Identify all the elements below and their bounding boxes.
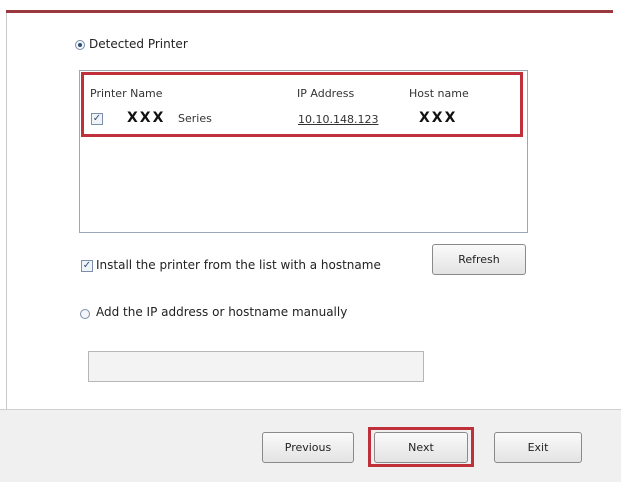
title-accent-bar <box>6 10 613 13</box>
window-frame <box>6 13 7 409</box>
printer-ip-address[interactable]: 10.10.148.123 <box>298 113 378 126</box>
column-header-ip-address[interactable]: IP Address <box>297 87 354 100</box>
detected-printer-radio[interactable] <box>75 40 85 50</box>
manual-ip-radio[interactable] <box>80 309 90 319</box>
detected-printer-label: Detected Printer <box>89 37 188 51</box>
previous-button[interactable]: Previous <box>262 432 354 463</box>
exit-button[interactable]: Exit <box>494 432 582 463</box>
manual-ip-label: Add the IP address or hostname manually <box>96 305 348 319</box>
next-button[interactable]: Next <box>374 432 468 463</box>
install-hostname-label: Install the printer from the list with a… <box>96 258 381 272</box>
column-header-host-name[interactable]: Host name <box>409 87 469 100</box>
printer-name-suffix: Series <box>178 112 212 125</box>
printer-name-prefix: XXX <box>127 110 166 126</box>
window-top <box>0 0 621 10</box>
printer-host-name: XXX <box>419 110 458 126</box>
manual-ip-input[interactable] <box>88 351 424 382</box>
refresh-button[interactable]: Refresh <box>432 244 526 275</box>
printer-row-checkbox[interactable]: ✓ <box>91 113 103 125</box>
install-hostname-checkbox[interactable]: ✓ <box>81 260 93 272</box>
column-header-printer-name[interactable]: Printer Name <box>90 87 163 100</box>
